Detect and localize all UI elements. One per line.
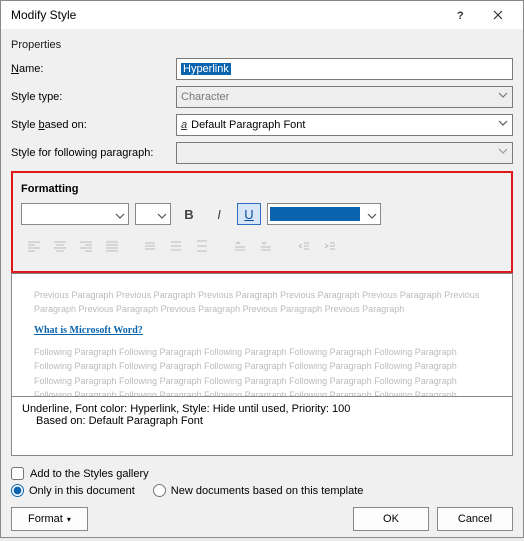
properties-label: Properties [11,39,513,51]
titlebar: Modify Style ? [1,1,523,29]
chevron-down-icon [367,208,377,226]
space-before-dec-button[interactable] [253,235,279,257]
spacing-15-button[interactable] [163,235,189,257]
help-icon: ? [455,10,465,20]
chevron-down-icon [157,208,167,226]
align-justify-button[interactable] [99,235,125,257]
formatting-toolbar: B I U [21,203,503,225]
indent-decrease-icon [297,239,311,253]
font-family-select[interactable] [21,203,129,225]
line-spacing-1-icon [143,239,157,253]
indent-inc-button[interactable] [317,235,343,257]
preview-sample-link: What is Microsoft Word? [34,323,490,339]
name-input[interactable]: Hyperlink [176,58,513,80]
style-description: Underline, Font color: Hyperlink, Style:… [11,396,513,456]
close-icon [493,10,503,20]
ok-button[interactable]: OK [353,507,429,531]
modify-style-dialog: Modify Style ? Properties Name: Hyperlin… [0,0,524,538]
based-on-label: Style based on: [11,119,176,131]
only-this-doc-label: Only in this document [29,485,135,497]
style-glyph-icon: a [181,119,187,131]
align-center-icon [53,239,67,253]
space-before-inc-button[interactable] [227,235,253,257]
close-button[interactable] [479,1,517,29]
color-swatch [270,207,360,221]
align-left-button[interactable] [21,235,47,257]
following-para-select[interactable] [176,142,513,164]
format-menu-button[interactable]: Format▾ [11,507,88,531]
description-line1: Underline, Font color: Hyperlink, Style:… [22,403,502,415]
space-before-dec-icon [259,239,273,253]
align-right-icon [79,239,93,253]
chevron-down-icon [115,208,125,226]
formatting-highlight-box: Formatting B I U [11,171,513,273]
align-justify-icon [105,239,119,253]
font-size-select[interactable] [135,203,171,225]
cancel-button[interactable]: Cancel [437,507,513,531]
style-type-select[interactable]: Character [176,86,513,108]
align-center-button[interactable] [47,235,73,257]
style-type-label: Style type: [11,91,176,103]
chevron-down-icon [498,146,508,159]
following-para-label: Style for following paragraph: [11,147,176,159]
new-docs-label: New documents based on this template [171,485,364,497]
indent-dec-button[interactable] [291,235,317,257]
name-label: Name: [11,63,176,75]
line-spacing-2-icon [195,239,209,253]
add-to-gallery-label: Add to the Styles gallery [30,468,149,480]
italic-button[interactable]: I [207,203,231,225]
new-docs-radio[interactable] [153,484,166,497]
description-line2: Based on: Default Paragraph Font [22,415,502,427]
dialog-title: Modify Style [11,8,441,22]
style-preview: Previous Paragraph Previous Paragraph Pr… [11,273,513,397]
help-button[interactable]: ? [441,1,479,29]
formatting-label: Formatting [21,183,503,195]
line-spacing-15-icon [169,239,183,253]
underline-button[interactable]: U [237,203,261,225]
align-left-icon [27,239,41,253]
spacing-2-button[interactable] [189,235,215,257]
font-color-select[interactable] [267,203,381,225]
add-to-gallery-checkbox[interactable] [11,467,24,480]
indent-increase-icon [323,239,337,253]
based-on-select[interactable]: a Default Paragraph Font [176,114,513,136]
svg-text:?: ? [457,10,464,20]
bold-button[interactable]: B [177,203,201,225]
chevron-down-icon [498,118,508,131]
space-before-inc-icon [233,239,247,253]
dropdown-triangle-icon: ▾ [67,515,71,524]
align-right-button[interactable] [73,235,99,257]
preview-following-text: Following Paragraph Following Paragraph … [34,345,490,397]
chevron-down-icon [498,90,508,103]
spacing-1-button[interactable] [137,235,163,257]
preview-previous-text: Previous Paragraph Previous Paragraph Pr… [34,288,490,317]
paragraph-toolbar [21,235,503,257]
only-this-doc-radio[interactable] [11,484,24,497]
